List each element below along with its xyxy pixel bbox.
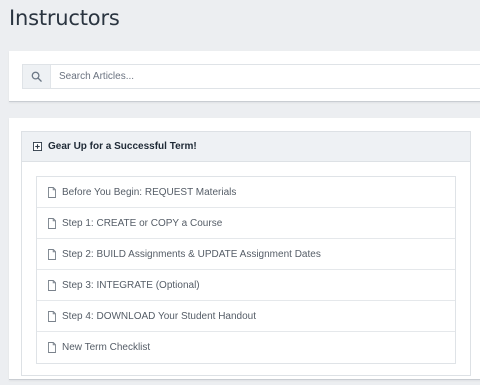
article-label: Step 1: CREATE or COPY a Course <box>62 217 223 229</box>
content-panel: Gear Up for a Successful Term! Before Yo… <box>9 118 480 380</box>
search-panel <box>9 51 480 102</box>
article-label: Step 2: BUILD Assignments & UPDATE Assig… <box>62 248 321 260</box>
article-link-download-handout[interactable]: Step 4: DOWNLOAD Your Student Handout <box>37 301 455 332</box>
article-label: Step 4: DOWNLOAD Your Student Handout <box>62 310 256 322</box>
page-title: Instructors <box>9 6 120 30</box>
search-icon <box>31 71 42 82</box>
article-label: Before You Begin: REQUEST Materials <box>62 186 237 198</box>
document-icon <box>48 186 56 198</box>
document-icon <box>48 310 56 322</box>
article-label: Step 3: INTEGRATE (Optional) <box>62 279 200 291</box>
article-link-create-course[interactable]: Step 1: CREATE or COPY a Course <box>37 208 455 239</box>
section-header[interactable]: Gear Up for a Successful Term! <box>22 132 470 162</box>
search-box <box>22 64 480 89</box>
search-button[interactable] <box>23 65 51 88</box>
article-link-integrate[interactable]: Step 3: INTEGRATE (Optional) <box>37 270 455 301</box>
article-link-build-assignments[interactable]: Step 2: BUILD Assignments & UPDATE Assig… <box>37 239 455 270</box>
article-link-new-term-checklist[interactable]: New Term Checklist <box>37 332 455 363</box>
plus-square-icon[interactable] <box>33 142 42 151</box>
document-icon <box>48 248 56 260</box>
document-icon <box>48 279 56 291</box>
section-title: Gear Up for a Successful Term! <box>48 141 197 152</box>
article-label: New Term Checklist <box>62 342 151 353</box>
article-link-request-materials[interactable]: Before You Begin: REQUEST Materials <box>37 177 455 208</box>
search-input[interactable] <box>51 65 480 88</box>
section-card: Gear Up for a Successful Term! Before Yo… <box>21 131 471 376</box>
document-icon <box>48 217 56 229</box>
document-icon <box>48 342 56 353</box>
article-list: Before You Begin: REQUEST Materials Step… <box>36 176 456 364</box>
